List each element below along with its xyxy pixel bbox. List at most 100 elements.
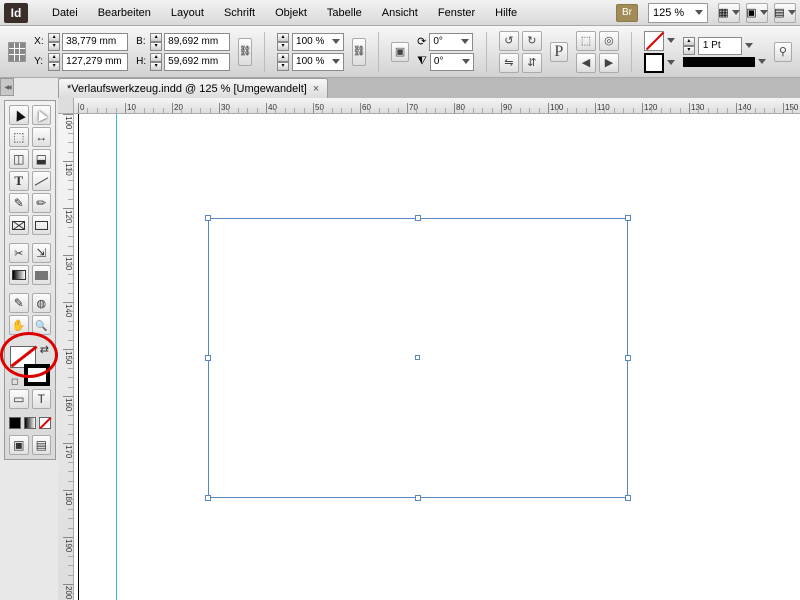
stroke-weight-field[interactable]: 1 Pt [698,37,742,55]
line-tool[interactable] [32,171,52,191]
rotate-cw-button[interactable]: ↻ [522,31,542,51]
select-next-button[interactable]: ▶ [599,53,619,73]
default-fill-stroke-icon[interactable]: ◻ [11,376,18,387]
fill-swatch[interactable] [644,31,664,51]
type-tool[interactable]: T [9,171,29,191]
h-stepper[interactable]: ▴▾ [150,53,162,71]
menu-objekt[interactable]: Objekt [265,2,317,24]
arrange-docs-button[interactable]: ▤ [774,3,796,23]
gap-tool[interactable] [32,127,52,147]
pen-tool[interactable] [9,193,29,213]
gradient-feather-tool[interactable] [32,265,52,285]
fill-stroke-proxy[interactable]: ⇄ ◻ [9,343,51,387]
stroke-stepper[interactable]: ▴▾ [683,37,695,55]
note-tool[interactable]: ✎ [9,293,29,313]
menu-datei[interactable]: Datei [42,2,88,24]
selected-frame[interactable] [208,218,628,498]
zoom-tool[interactable] [32,315,52,335]
apply-gradient[interactable] [24,417,36,429]
direct-selection-tool[interactable] [32,105,52,125]
content-tool[interactable]: ◫ [9,149,29,169]
stroke-swatch[interactable] [644,53,664,73]
preview-button[interactable]: ▤ [32,435,52,455]
rect-frame-tool[interactable] [9,215,29,235]
page-tool[interactable] [9,127,29,147]
rotate-field[interactable]: 0° [429,33,473,51]
reference-point[interactable] [8,42,26,62]
close-icon[interactable]: × [313,83,319,95]
w-field[interactable] [164,33,230,51]
normal-view-button[interactable]: ▣ [9,435,29,455]
menu-fenster[interactable]: Fenster [428,2,485,24]
select-container-button[interactable]: ⬚ [576,31,596,51]
chevron-down-icon[interactable] [758,59,766,64]
rotate-ccw-button[interactable]: ↺ [499,31,519,51]
x-stepper[interactable]: ▴▾ [48,33,60,51]
chevron-down-icon[interactable] [667,38,675,43]
x-field[interactable] [62,33,128,51]
vertical-ruler[interactable]: 100110120130140150160170180190200 [58,114,74,600]
gradient-swatch-tool[interactable] [9,265,29,285]
resize-handle-n[interactable] [415,215,421,221]
menu-bearbeiten[interactable]: Bearbeiten [88,2,161,24]
resize-handle-e[interactable] [625,355,631,361]
panel-collapse-handle[interactable] [0,78,14,96]
formatting-text-button[interactable]: T [32,389,52,409]
content-tool-2[interactable]: ⬓ [32,149,52,169]
apply-none[interactable] [39,417,51,429]
y-field[interactable] [62,53,128,71]
constrain-wh-icon[interactable]: ⛓ [238,38,252,66]
constrain-scale-icon[interactable]: ⛓ [352,38,366,66]
guide[interactable] [116,114,117,600]
center-point[interactable] [415,355,420,360]
fit-content-button[interactable]: ▣ [391,42,409,62]
menu-schrift[interactable]: Schrift [214,2,265,24]
swap-fill-stroke-icon[interactable]: ⇄ [40,343,49,356]
apply-color[interactable] [9,417,21,429]
screen-mode-button[interactable]: ▣ [746,3,768,23]
h-label: H: [136,56,148,67]
menu-tabelle[interactable]: Tabelle [317,2,372,24]
chevron-down-icon[interactable] [745,43,753,48]
quick-apply-button[interactable]: ⚲ [774,42,792,62]
select-content-button[interactable]: ◎ [599,31,619,51]
scissors-tool[interactable] [9,243,29,263]
formatting-container-button[interactable]: ▭ [9,389,29,409]
y-stepper[interactable]: ▴▾ [48,53,60,71]
horizontal-ruler[interactable]: 0102030405060708090100110120130140150160 [74,98,800,114]
chevron-down-icon[interactable] [667,60,675,65]
scalex-stepper[interactable]: ▴▾ [277,33,289,51]
canvas[interactable] [74,114,800,600]
hand-tool[interactable] [9,315,29,335]
pencil-tool[interactable]: ✏ [32,193,52,213]
h-field[interactable] [164,53,230,71]
eyedropper-tool[interactable] [32,293,52,313]
shear-field[interactable]: 0° [430,53,474,71]
scale-x-field[interactable]: 100 % [292,33,344,51]
resize-handle-s[interactable] [415,495,421,501]
scale-y-field[interactable]: 100 % [292,53,344,71]
select-prev-button[interactable]: ◀ [576,53,596,73]
flip-v-button[interactable]: ⇵ [522,53,542,73]
menu-hilfe[interactable]: Hilfe [485,2,527,24]
menu-ansicht[interactable]: Ansicht [372,2,428,24]
resize-handle-nw[interactable] [205,215,211,221]
flip-h-button[interactable]: ⇋ [499,53,519,73]
resize-handle-ne[interactable] [625,215,631,221]
menu-layout[interactable]: Layout [161,2,214,24]
resize-handle-sw[interactable] [205,495,211,501]
resize-handle-se[interactable] [625,495,631,501]
stroke-style[interactable] [683,57,755,67]
rect-tool[interactable] [32,215,52,235]
resize-handle-w[interactable] [205,355,211,361]
zoom-level[interactable]: 125 % [648,3,708,23]
selection-tool[interactable] [9,105,29,125]
scaley-stepper[interactable]: ▴▾ [277,53,289,71]
transform-tool[interactable] [32,243,52,263]
bridge-button[interactable]: Br [616,4,638,22]
document-tab[interactable]: *Verlaufswerkzeug.indd @ 125 % [Umgewand… [58,78,328,98]
w-stepper[interactable]: ▴▾ [150,33,162,51]
view-options-button[interactable]: ▦ [718,3,740,23]
stroke-proxy[interactable] [24,364,50,386]
ruler-origin[interactable] [58,98,74,114]
